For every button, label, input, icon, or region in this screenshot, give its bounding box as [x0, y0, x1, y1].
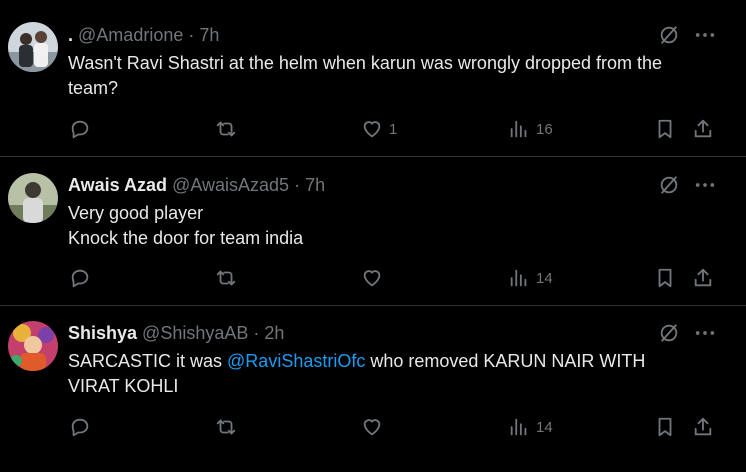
tweet-text: Very good player Knock the door for team…	[68, 201, 718, 251]
views-icon	[510, 120, 527, 138]
separator-dot: ·	[294, 175, 301, 195]
mention-link[interactable]: @RaviShastriOfc	[227, 351, 365, 371]
separator-dot: ·	[253, 323, 260, 343]
views-button[interactable]: 14	[508, 266, 553, 290]
tweet-actions: 14	[0, 266, 746, 290]
grok-icon[interactable]	[658, 24, 680, 46]
repost-button[interactable]	[215, 415, 243, 439]
share-button[interactable]	[692, 415, 714, 439]
like-button[interactable]	[361, 415, 389, 439]
share-button[interactable]	[692, 266, 714, 290]
more-icon[interactable]	[694, 24, 716, 46]
views-icon	[510, 269, 527, 287]
views-count: 16	[536, 120, 553, 138]
reply-icon	[71, 120, 89, 139]
tweet-text-line: Knock the door for team india	[68, 228, 304, 248]
views-button[interactable]: 14	[508, 415, 553, 439]
repost-button[interactable]	[215, 266, 243, 290]
timestamp[interactable]: 7h	[199, 25, 219, 45]
repost-icon	[216, 419, 236, 435]
heart-icon	[363, 419, 381, 436]
tweet-text-line: Wasn't Ravi Shastri at the helm when kar…	[68, 53, 663, 73]
share-icon	[694, 119, 712, 138]
tweet-text-line: VIRAT KOHLI	[68, 376, 179, 396]
avatar[interactable]	[8, 173, 58, 223]
share-icon	[694, 268, 712, 287]
share-button[interactable]	[692, 117, 714, 141]
timestamp[interactable]: 7h	[305, 175, 325, 195]
tweet-actions: 14	[0, 415, 746, 439]
repost-icon	[216, 121, 236, 137]
views-button[interactable]: 16	[508, 117, 553, 141]
display-name[interactable]: .	[68, 25, 73, 45]
reply-button[interactable]	[69, 415, 97, 439]
reply-icon	[71, 418, 89, 437]
display-name[interactable]: Shishya	[68, 323, 137, 343]
tweet-header: Shishya @ShishyaAB · 2h	[68, 322, 284, 344]
repost-icon	[216, 270, 236, 286]
display-name[interactable]: Awais Azad	[68, 175, 167, 195]
bookmark-icon	[658, 417, 672, 437]
tweet-text-line: SARCASTIC it was @RaviShastriOfc who rem…	[68, 349, 718, 374]
reply-button[interactable]	[69, 266, 97, 290]
reply-feed: . @Amadrione · 7h Wasn't Ravi Shastri at…	[0, 0, 746, 472]
views-count: 14	[536, 269, 553, 287]
user-handle[interactable]: @Amadrione	[78, 25, 183, 45]
tweet-top-actions	[658, 320, 716, 346]
avatar[interactable]	[8, 22, 58, 72]
tweet-header: Awais Azad @AwaisAzad5 · 7h	[68, 174, 325, 196]
bookmark-icon	[658, 268, 672, 288]
separator-dot: ·	[188, 25, 195, 45]
reply-tweet[interactable]: . @Amadrione · 7h Wasn't Ravi Shastri at…	[0, 0, 746, 156]
views-count: 14	[536, 418, 553, 436]
tweet-top-actions	[658, 22, 716, 48]
grok-icon[interactable]	[658, 174, 680, 196]
more-icon[interactable]	[694, 322, 716, 344]
user-handle[interactable]: @ShishyaAB	[142, 323, 248, 343]
tweet-text: SARCASTIC it was @RaviShastriOfc who rem…	[68, 349, 718, 399]
heart-icon	[363, 270, 381, 287]
views-icon	[510, 418, 527, 436]
bookmark-icon	[658, 119, 672, 139]
avatar-image	[8, 173, 58, 223]
more-icon[interactable]	[694, 174, 716, 196]
tweet-header: . @Amadrione · 7h	[68, 24, 219, 46]
bookmark-button[interactable]	[654, 415, 676, 439]
repost-button[interactable]	[215, 117, 243, 141]
share-icon	[694, 417, 712, 436]
bookmark-button[interactable]	[654, 266, 676, 290]
tweet-top-actions	[658, 172, 716, 198]
reply-icon	[71, 269, 89, 288]
tweet-text-prefix: SARCASTIC it was	[68, 351, 228, 371]
tweet-text: Wasn't Ravi Shastri at the helm when kar…	[68, 51, 718, 101]
reply-button[interactable]	[69, 117, 97, 141]
reply-tweet[interactable]: Awais Azad @AwaisAzad5 · 7h Very good pl…	[0, 157, 746, 305]
avatar-image	[8, 22, 58, 72]
timestamp[interactable]: 2h	[264, 323, 284, 343]
user-handle[interactable]: @AwaisAzad5	[172, 175, 289, 195]
heart-icon	[363, 121, 381, 138]
avatar[interactable]	[8, 321, 58, 371]
like-button[interactable]: 1	[361, 117, 397, 141]
tweet-text-suffix: who removed KARUN NAIR WITH	[365, 351, 646, 371]
like-count: 1	[389, 120, 398, 138]
reply-tweet[interactable]: Shishya @ShishyaAB · 2h SARCASTIC it was…	[0, 306, 746, 472]
grok-icon[interactable]	[658, 322, 680, 344]
tweet-text-line: Very good player	[68, 203, 204, 223]
bookmark-button[interactable]	[654, 117, 676, 141]
tweet-actions: 1 16	[0, 117, 746, 141]
like-button[interactable]	[361, 266, 389, 290]
tweet-text-line: team?	[68, 78, 119, 98]
avatar-image	[8, 321, 58, 371]
